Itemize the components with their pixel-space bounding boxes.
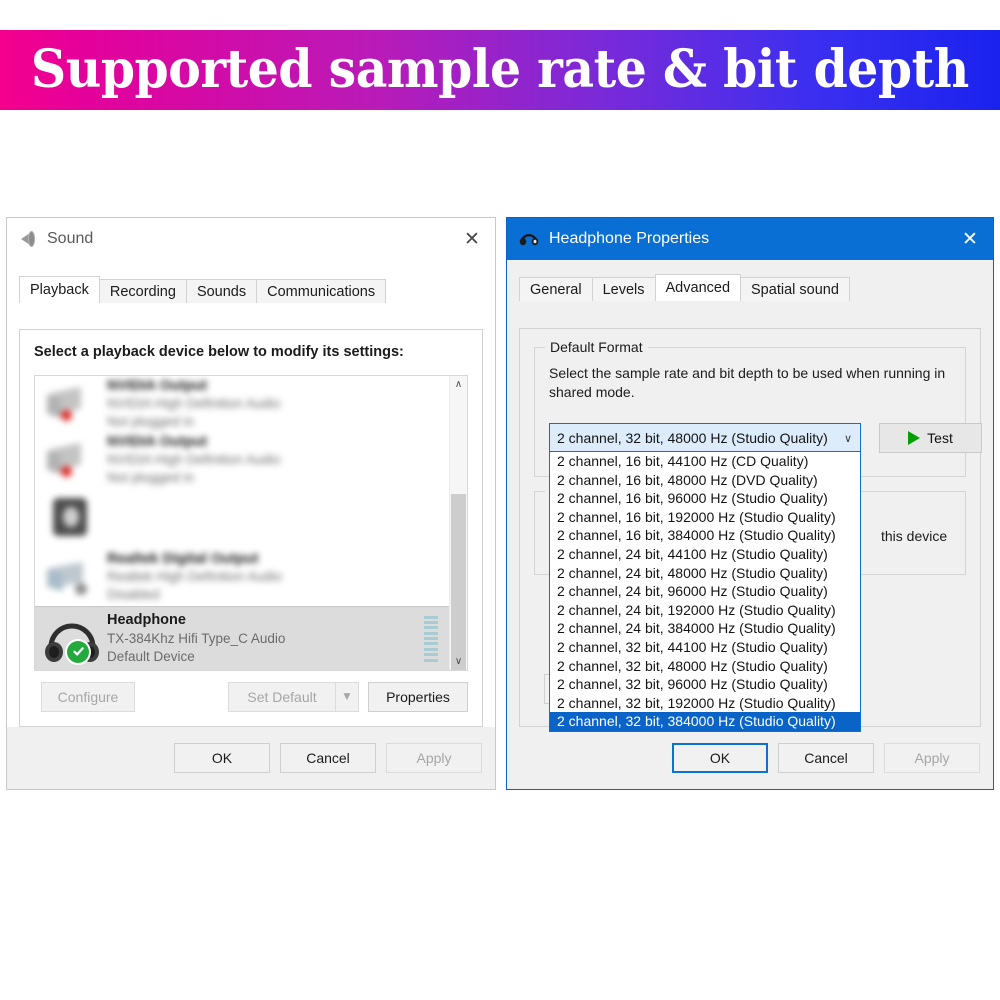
- speaker-icon: [43, 434, 101, 486]
- device-status: Not plugged in: [107, 470, 195, 486]
- apply-button[interactable]: Apply: [386, 743, 482, 773]
- dropdown-option[interactable]: 2 channel, 16 bit, 44100 Hz (CD Quality): [550, 452, 860, 471]
- ok-button[interactable]: OK: [174, 743, 270, 773]
- sound-dialog-body: Playback Recording Sounds Communications…: [7, 260, 495, 789]
- tab-sounds[interactable]: Sounds: [185, 279, 258, 303]
- set-default-button[interactable]: Set Default: [228, 682, 335, 712]
- dropdown-option[interactable]: 2 channel, 24 bit, 192000 Hz (Studio Qua…: [550, 601, 860, 620]
- page-banner: Supported sample rate & bit depth: [0, 30, 1000, 110]
- headphone-tabstrip: General Levels Advanced Spatial sound: [519, 274, 993, 301]
- headphone-icon: [519, 228, 539, 251]
- camera-icon: [43, 492, 101, 544]
- list-item[interactable]: [35, 488, 450, 548]
- device-rows: NVIDIA Output NVIDIA High Definition Aud…: [35, 376, 450, 670]
- device-status: Not plugged in: [107, 414, 195, 430]
- dropdown-option[interactable]: 2 channel, 32 bit, 384000 Hz (Studio Qua…: [550, 712, 860, 731]
- device-list-scrollbar[interactable]: ∧ ∨: [449, 376, 467, 670]
- playback-device-list[interactable]: NVIDIA Output NVIDIA High Definition Aud…: [34, 375, 468, 671]
- tab-communications[interactable]: Communications: [256, 279, 387, 303]
- default-format-dropdown-list[interactable]: 2 channel, 16 bit, 44100 Hz (CD Quality)…: [549, 451, 861, 732]
- dropdown-option[interactable]: 2 channel, 16 bit, 384000 Hz (Studio Qua…: [550, 526, 860, 545]
- cancel-button[interactable]: Cancel: [280, 743, 376, 773]
- tab-spatial-sound[interactable]: Spatial sound: [740, 277, 850, 301]
- close-icon[interactable]: ✕: [449, 218, 495, 260]
- default-format-row: 2 channel, 32 bit, 48000 Hz (Studio Qual…: [549, 423, 982, 453]
- test-button[interactable]: Test: [879, 423, 982, 453]
- test-button-label: Test: [927, 430, 953, 446]
- list-item[interactable]: NVIDIA Output NVIDIA High Definition Aud…: [35, 376, 450, 432]
- speaker-icon: [43, 378, 101, 430]
- headphone-icon: [43, 613, 101, 665]
- device-action-buttons: Configure Set Default ▼ Properties: [34, 682, 468, 712]
- dropdown-option[interactable]: 2 channel, 32 bit, 44100 Hz (Studio Qual…: [550, 638, 860, 657]
- default-format-combobox[interactable]: 2 channel, 32 bit, 48000 Hz (Studio Qual…: [549, 423, 861, 453]
- device-status: Disabled: [107, 587, 160, 603]
- default-format-value: 2 channel, 32 bit, 48000 Hz (Studio Qual…: [557, 430, 828, 446]
- tab-recording[interactable]: Recording: [98, 279, 187, 303]
- default-format-group-title: Default Format: [545, 339, 648, 355]
- tab-advanced[interactable]: Advanced: [654, 274, 742, 301]
- dropdown-option[interactable]: 2 channel, 32 bit, 48000 Hz (Studio Qual…: [550, 657, 860, 676]
- sound-dialog: Sound ✕ Playback Recording Sounds Commun…: [6, 217, 496, 790]
- dropdown-option[interactable]: 2 channel, 16 bit, 96000 Hz (Studio Qual…: [550, 489, 860, 508]
- dropdown-option[interactable]: 2 channel, 24 bit, 384000 Hz (Studio Qua…: [550, 619, 860, 638]
- tab-levels[interactable]: Levels: [591, 277, 656, 301]
- dropdown-option[interactable]: 2 channel, 16 bit, 48000 Hz (DVD Quality…: [550, 471, 860, 490]
- chevron-down-icon[interactable]: ▼: [335, 682, 359, 712]
- tab-playback[interactable]: Playback: [19, 276, 100, 303]
- properties-button[interactable]: Properties: [368, 682, 468, 712]
- sound-tabstrip: Playback Recording Sounds Communications: [19, 276, 495, 303]
- device-name: NVIDIA Output: [107, 377, 208, 394]
- headphone-properties-body: General Levels Advanced Spatial sound De…: [507, 260, 993, 789]
- device-desc: TX-384Khz Hifi Type_C Audio: [107, 630, 286, 646]
- scroll-up-icon[interactable]: ∧: [450, 376, 467, 393]
- headphone-properties-titlebar: Headphone Properties ✕: [507, 218, 993, 260]
- sound-dialog-titlebar: Sound ✕: [7, 218, 495, 261]
- device-name: NVIDIA Output: [107, 433, 208, 450]
- ok-button[interactable]: OK: [672, 743, 768, 773]
- scroll-down-icon[interactable]: ∨: [450, 653, 467, 670]
- play-icon: [908, 431, 921, 445]
- sound-dialog-footer: OK Cancel Apply: [7, 727, 495, 789]
- list-item[interactable]: Realtek Digital Output Realtek High Defi…: [35, 548, 450, 606]
- close-icon[interactable]: ✕: [947, 218, 993, 260]
- dropdown-option[interactable]: 2 channel, 24 bit, 96000 Hz (Studio Qual…: [550, 582, 860, 601]
- dropdown-option[interactable]: 2 channel, 16 bit, 192000 Hz (Studio Qua…: [550, 508, 860, 527]
- headphone-properties-footer: OK Cancel Apply: [507, 727, 993, 789]
- device-status: Default Device: [107, 648, 195, 664]
- device-desc: NVIDIA High Definition Audio: [107, 396, 281, 412]
- device-name: Headphone: [107, 612, 186, 629]
- sound-dialog-title: Sound: [47, 230, 94, 247]
- digital-output-icon: [43, 551, 101, 603]
- device-desc: Realtek High Definition Audio: [107, 569, 282, 585]
- default-device-check-icon: [67, 640, 89, 663]
- dropdown-option[interactable]: 2 channel, 24 bit, 48000 Hz (Studio Qual…: [550, 564, 860, 583]
- playback-tab-panel: Select a playback device below to modify…: [19, 329, 483, 727]
- default-format-description: Select the sample rate and bit depth to …: [549, 365, 946, 400]
- dropdown-option[interactable]: 2 channel, 32 bit, 192000 Hz (Studio Qua…: [550, 694, 860, 713]
- set-default-split-button: Set Default ▼: [228, 682, 359, 712]
- chevron-down-icon: ∨: [843, 431, 852, 445]
- apply-button[interactable]: Apply: [884, 743, 980, 773]
- headphone-properties-title: Headphone Properties: [549, 230, 710, 247]
- speaker-icon: [19, 230, 37, 248]
- dropdown-option[interactable]: 2 channel, 24 bit, 44100 Hz (Studio Qual…: [550, 545, 860, 564]
- device-desc: NVIDIA High Definition Audio: [107, 452, 281, 468]
- playback-instruction: Select a playback device below to modify…: [34, 344, 404, 360]
- volume-meter: [424, 615, 438, 662]
- list-item[interactable]: NVIDIA Output NVIDIA High Definition Aud…: [35, 432, 450, 488]
- dropdown-option[interactable]: 2 channel, 32 bit, 96000 Hz (Studio Qual…: [550, 675, 860, 694]
- cancel-button[interactable]: Cancel: [778, 743, 874, 773]
- scrollbar-thumb[interactable]: [451, 494, 466, 670]
- device-name: Realtek Digital Output: [107, 550, 259, 567]
- banner-title: Supported sample rate & bit depth: [31, 39, 969, 100]
- headphone-properties-dialog: Headphone Properties ✕ General Levels Ad…: [506, 217, 994, 790]
- exclusive-mode-visible-text: this device: [881, 528, 948, 544]
- configure-button[interactable]: Configure: [41, 682, 135, 712]
- tab-general[interactable]: General: [519, 277, 593, 301]
- list-item-headphone[interactable]: Headphone TX-384Khz Hifi Type_C Audio De…: [35, 606, 450, 670]
